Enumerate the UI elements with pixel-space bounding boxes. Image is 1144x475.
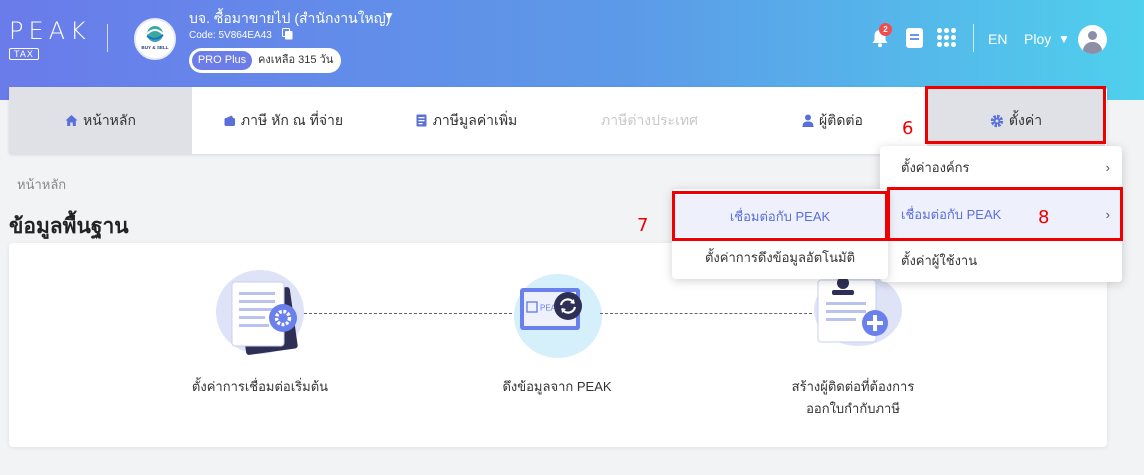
nav-item-vat[interactable]: ภาษีมูลค่าเพิ่ม <box>375 87 558 154</box>
nav-item-label: ภาษีต่างประเทศ <box>601 111 698 128</box>
sync-data-icon: PEA <box>514 274 602 358</box>
chevron-right-icon: › <box>1105 159 1110 175</box>
copy-icon[interactable] <box>282 28 293 40</box>
highlight-box-settings <box>925 86 1106 144</box>
nav-item-foreign-tax: ภาษีต่างประเทศ <box>558 87 741 154</box>
company-logo-text: BUY & SELL <box>141 45 168 50</box>
header-divider <box>107 24 108 52</box>
person-icon <box>802 114 814 127</box>
logo-tax-label: TAX <box>9 48 39 60</box>
menu-item-label: ตั้งค่าผู้ใช้งาน <box>901 252 978 268</box>
nav-item-withholding-tax[interactable]: ภาษี หัก ณ ที่จ่าย <box>192 87 375 154</box>
company-name[interactable]: บจ. ซื้อมาขายไป (สำนักงานใหญ่) <box>189 8 390 30</box>
language-switch[interactable]: EN <box>988 31 1007 47</box>
step-label-line: สร้างผู้ติดต่อที่ต้องการ <box>791 379 915 394</box>
receipt-icon <box>416 114 427 127</box>
company-logo: BUY & SELL <box>134 18 176 60</box>
breadcrumb[interactable]: หน้าหลัก <box>17 174 66 195</box>
page-title: ข้อมูลพื้นฐาน <box>9 215 129 238</box>
step-label-fetch-data: ดึงข้อมูลจาก PEAK <box>502 379 612 394</box>
peak-logo[interactable]: PEAK TAX <box>9 17 93 60</box>
settings-document-icon <box>216 270 304 355</box>
wallet-icon <box>224 115 235 126</box>
chevron-down-icon[interactable]: ▼ <box>1058 32 1070 46</box>
step-connector <box>304 313 512 314</box>
notification-badge: 2 <box>879 23 892 36</box>
apps-grid-icon[interactable] <box>936 27 956 47</box>
menu-item-organization-settings[interactable]: ตั้งค่าองค์กร › <box>880 146 1122 188</box>
highlight-box-submenu-connect <box>672 191 888 241</box>
nav-item-home[interactable]: หน้าหลัก <box>9 87 192 154</box>
header-divider <box>973 24 974 52</box>
nav-item-label: ผู้ติดต่อ <box>819 111 863 128</box>
add-contact-icon <box>814 274 902 346</box>
chevron-down-icon[interactable]: ▼ <box>383 9 395 23</box>
home-icon <box>65 115 78 126</box>
step-connector <box>600 313 812 314</box>
logo-word: PEAK <box>9 17 91 45</box>
nav-item-label: ภาษี หัก ณ ที่จ่าย <box>240 111 344 128</box>
user-name[interactable]: Ploy <box>1024 31 1051 47</box>
plan-remaining: คงเหลือ 315 วัน <box>258 54 334 66</box>
nav-item-contacts[interactable]: ผู้ติดต่อ <box>741 87 924 154</box>
submenu-item-auto-fetch-settings[interactable]: ตั้งค่าการดึงข้อมูลอัตโนมัติ <box>672 239 888 275</box>
company-logo-icon: BUY & SELL <box>141 26 169 50</box>
menu-item-label: ตั้งค่าการดึงข้อมูลอัตโนมัติ <box>704 249 856 265</box>
menu-item-label: ตั้งค่าองค์กร <box>901 159 970 175</box>
nav-item-label: ภาษีมูลค่าเพิ่ม <box>432 111 518 128</box>
annotation-number: 6 <box>902 118 914 139</box>
nav-item-label: หน้าหลัก <box>83 111 136 128</box>
document-icon[interactable] <box>906 28 923 48</box>
step-label-create-contact: สร้างผู้ติดต่อที่ต้องการ ออกใบกำกับภาษี <box>753 376 953 420</box>
step-label-line: ออกใบกำกับภาษี <box>806 401 900 416</box>
avatar-head <box>1088 31 1097 40</box>
avatar[interactable] <box>1078 25 1107 54</box>
highlight-box-menu-connect <box>887 187 1123 241</box>
annotation-number: 7 <box>637 215 649 236</box>
step-label-initial-setup: ตั้งค่าการเชื่อมต่อเริ่มต้น <box>191 379 329 394</box>
menu-item-user-settings[interactable]: ตั้งค่าผู้ใช้งาน <box>880 240 1122 280</box>
company-code: Code: 5V864EA43 <box>189 30 272 41</box>
plan-pill: PRO Plus คงเหลือ 315 วัน <box>189 48 341 73</box>
avatar-body <box>1083 42 1102 54</box>
top-header: PEAK TAX BUY & SELL บจ. ซื้อมาขายไป (สำน… <box>0 0 1144 100</box>
annotation-number: 8 <box>1038 207 1050 228</box>
plan-badge: PRO Plus <box>192 51 252 70</box>
